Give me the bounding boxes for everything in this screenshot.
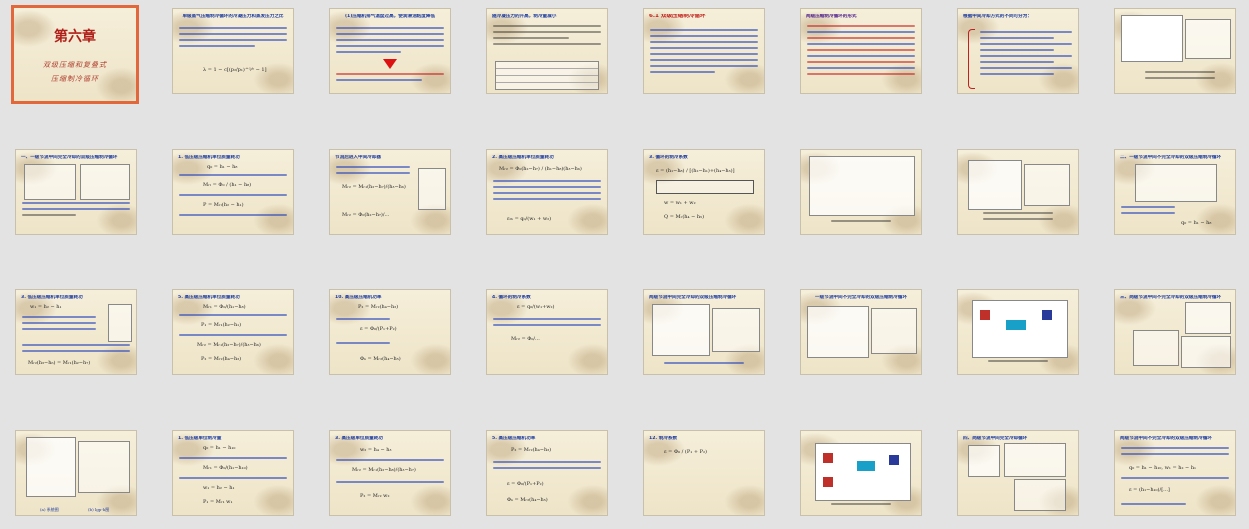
chapter-title: 第六章 — [54, 29, 96, 45]
slide-title: 2. 高压级压缩机单位质量耗功 — [492, 155, 554, 160]
slide-title: 两级节流中间不完全冷却的双级压缩制冷循环 — [1120, 436, 1212, 441]
slide-title: 5. 高压级压缩机功率 — [492, 436, 536, 441]
slide-thumbnail-26[interactable]: 1. 低压级单位制冷量 q₀ = h₁ − h₁₀ Mᵣ₁ = Φ₀/(h₁−h… — [172, 430, 294, 516]
system-diagram — [1004, 443, 1066, 477]
slide-thumbnail-11[interactable]: 节流后进入中间冷却器 Mᵣ₂ = Mᵣ₁(h₂−h₇)/(h₃−h₆) Mᵣ₂ … — [329, 149, 451, 235]
slide-title: 3. 低压级压缩机单位质量耗功 — [21, 295, 83, 300]
slide-text-block — [336, 27, 444, 57]
slide-title: 二、一级节流中间不完全冷却的双级压缩制冷循环 — [1120, 155, 1222, 160]
slide-thumbnail-22[interactable]: 一级节流中间不完全冷却的双级压缩制冷循环 — [800, 289, 922, 375]
lgp-h-diagram — [78, 441, 130, 493]
slide-thumbnail-6[interactable]: 两级压缩制冷循环的形式 — [800, 8, 922, 94]
slide-thumbnail-31[interactable]: 四、两级节流中间完全冷却循环 — [957, 430, 1079, 516]
slide-title: 两级压缩制冷循环的形式 — [806, 14, 857, 19]
slide-title: 4. 循环的制冷系数 — [492, 295, 531, 300]
lgp-h-diagram — [24, 164, 76, 200]
slide-thumbnail-7[interactable]: 根据中间冷却方式的不同可分为： — [957, 8, 1079, 94]
system-diagram — [1121, 15, 1183, 62]
schematic-diagram — [80, 164, 130, 200]
slide-title: 12. 制冷系数 — [649, 436, 678, 441]
system-diagram — [807, 306, 869, 358]
slide-title: 根据中间冷却方式的不同可分为： — [963, 14, 1032, 19]
slide-title: 四、两级节流中间完全冷却循环 — [963, 436, 1028, 441]
intercooler-diagram — [418, 168, 446, 210]
intercooler-diagram — [108, 304, 132, 342]
system-diagram — [815, 443, 911, 501]
slide-title: 单级蒸气压缩制冷循环的冷凝压力和蒸发压力之比 — [182, 14, 284, 19]
formula-box — [656, 180, 754, 194]
slide-thumbnail-12[interactable]: 2. 高压级压缩机单位质量耗功 Mᵣ₂ = Φ₀(h₂−h₇) / (h₁−h₈… — [486, 149, 608, 235]
slide-title: 随冷凝压力的升高，制冷量减小 — [492, 14, 557, 19]
down-arrow-icon — [383, 59, 397, 69]
slide-thumbnail-29[interactable]: 12. 制冷系数 ε = Φ₀ / (P₁ + P₂) — [643, 430, 765, 516]
schematic-diagram — [1185, 302, 1231, 334]
slide-title: 节流后进入中间冷却器 — [335, 155, 381, 160]
slide-thumbnail-3[interactable]: (1)压缩机排气温度过高，使润滑油粘度降低 — [329, 8, 451, 94]
system-diagram — [1135, 164, 1217, 202]
system-diagram — [968, 160, 1022, 210]
slide-thumbnail-23[interactable] — [957, 289, 1079, 375]
slide-title: 1. 低压级单位制冷量 — [178, 436, 222, 441]
slide-thumbnail-32[interactable]: 两级节流中间不完全冷却的双级压缩制冷循环 q₀ = h₁ − h₁₀, w₁ =… — [1114, 430, 1236, 516]
data-table — [495, 61, 599, 90]
lgp-h-diagram — [712, 308, 760, 352]
caption-system: (a) 系统图 — [40, 507, 59, 512]
slide-thumbnail-21[interactable]: 两级节流中间完全冷却的双级压缩制冷循环 — [643, 289, 765, 375]
system-diagram — [652, 304, 710, 356]
slide-thumbnail-20[interactable]: 4. 循环的制冷系数 ε = q₀/(w₁+w₂) Mᵣ₂ = Φ₀/... — [486, 289, 608, 375]
lgp-h-diagram — [1185, 19, 1231, 59]
intercooler-diagram — [968, 445, 1000, 477]
slide-thumbnail-25[interactable]: (a) 系统图 (b) lgp-h图 — [15, 430, 137, 516]
system-diagram — [1181, 336, 1231, 368]
slide-thumbnail-17[interactable]: 3. 低压级压缩机单位质量耗功 w₁ = h₂ − h₁ Mᵣ₂(h₃−h₆) … — [15, 289, 137, 375]
slide-thumbnail-19[interactable]: 10. 高压级压缩机功率 P₂ = Mᵣ₂(h₄−h₃) ε = Φ₀/(P₁+… — [329, 289, 451, 375]
slide-title: 10. 高压级压缩机功率 — [335, 295, 382, 300]
slide-thumbnail-13[interactable]: 3. 循环的制冷系数 ε = (h₁−h₈) / [(h₂−h₁)+(h₄−h₃… — [643, 149, 765, 235]
slide-thumbnail-30[interactable] — [800, 430, 922, 516]
slide-thumbnail-24[interactable]: 三、两级节流中间不完全冷却的双级压缩制冷循环 — [1114, 289, 1236, 375]
brace-icon — [968, 29, 975, 89]
slide-title: 一、一级节流中间完全冷却的双级压缩制冷循环 — [21, 155, 118, 160]
slide-thumbnail-18[interactable]: 5. 高压级压缩机单位质量耗功 Mᵣ₁ = Φ₀/(h₁−h₈) P₁ = Mᵣ… — [172, 289, 294, 375]
slide-title: 6.1 双级压缩制冷循环 — [649, 14, 706, 19]
slide-thumbnail-10[interactable]: 1. 低压级压缩机单位质量耗功 q₀ = h₁ − h₈ Mᵣₗ = Φ₀ / … — [172, 149, 294, 235]
lgp-h-diagram — [871, 308, 917, 354]
chapter-subtitle-1: 双级压缩和复叠式 — [43, 61, 107, 69]
caption-lgp-h: (b) lgp-h图 — [88, 507, 110, 512]
slide-title: 5. 高压级压缩机单位质量耗功 — [178, 295, 240, 300]
slide-thumbnail-5[interactable]: 6.1 双级压缩制冷循环 — [643, 8, 765, 94]
slide-title: 一级节流中间不完全冷却的双级压缩制冷循环 — [815, 295, 907, 300]
chapter-subtitle-2: 压缩制冷循环 — [51, 75, 99, 83]
slide-thumbnail-16[interactable]: 二、一级节流中间不完全冷却的双级压缩制冷循环 q₀ = h₁ − h₈ — [1114, 149, 1236, 235]
slide-title: 3. 循环的制冷系数 — [649, 155, 688, 160]
slide-thumbnail-28[interactable]: 5. 高压级压缩机功率 P₂ = Mᵣ₂(h₄−h₃) ε = Φ₀/(P₁+P… — [486, 430, 608, 516]
slide-thumbnail-8[interactable] — [1114, 8, 1236, 94]
slide-title: (1)压缩机排气温度过高，使润滑油粘度降低 — [344, 14, 436, 19]
slide-thumbnail-14[interactable] — [800, 149, 922, 235]
slide-thumbnail-9[interactable]: 一、一级节流中间完全冷却的双级压缩制冷循环 — [15, 149, 137, 235]
slide-thumbnail-15[interactable] — [957, 149, 1079, 235]
slide-thumbnail-27[interactable]: 3. 高压级单位质量耗功 w₂ = h₄ − h₃ Mᵣ₂ = Mᵣ₁(h₂−h… — [329, 430, 451, 516]
system-diagram — [809, 156, 915, 216]
slide-title: 三、两级节流中间不完全冷却的双级压缩制冷循环 — [1120, 295, 1222, 300]
lgp-h-diagram — [1014, 479, 1066, 511]
lgp-h-diagram — [1024, 164, 1070, 206]
slide-thumbnail-2[interactable]: 单级蒸气压缩制冷循环的冷凝压力和蒸发压力之比 λ = 1 − c[(p₂/p₁)… — [172, 8, 294, 94]
lgp-h-diagram — [1133, 330, 1179, 366]
slide-title: 3. 高压级单位质量耗功 — [335, 436, 383, 441]
slide-title: 1. 低压级压缩机单位质量耗功 — [178, 155, 240, 160]
slide-text-block — [179, 27, 287, 51]
system-diagram — [26, 437, 76, 497]
slide-title: 两级节流中间完全冷却的双级压缩制冷循环 — [649, 295, 737, 300]
slide-thumbnail-4[interactable]: 随冷凝压力的升高，制冷量减小 — [486, 8, 608, 94]
slide-formula: λ = 1 − c[(p₂/p₁)^¹⁄ⁿ − 1] — [203, 67, 267, 73]
slide-thumbnail-1[interactable]: 第六章 双级压缩和复叠式 压缩制冷循环 — [11, 5, 139, 104]
